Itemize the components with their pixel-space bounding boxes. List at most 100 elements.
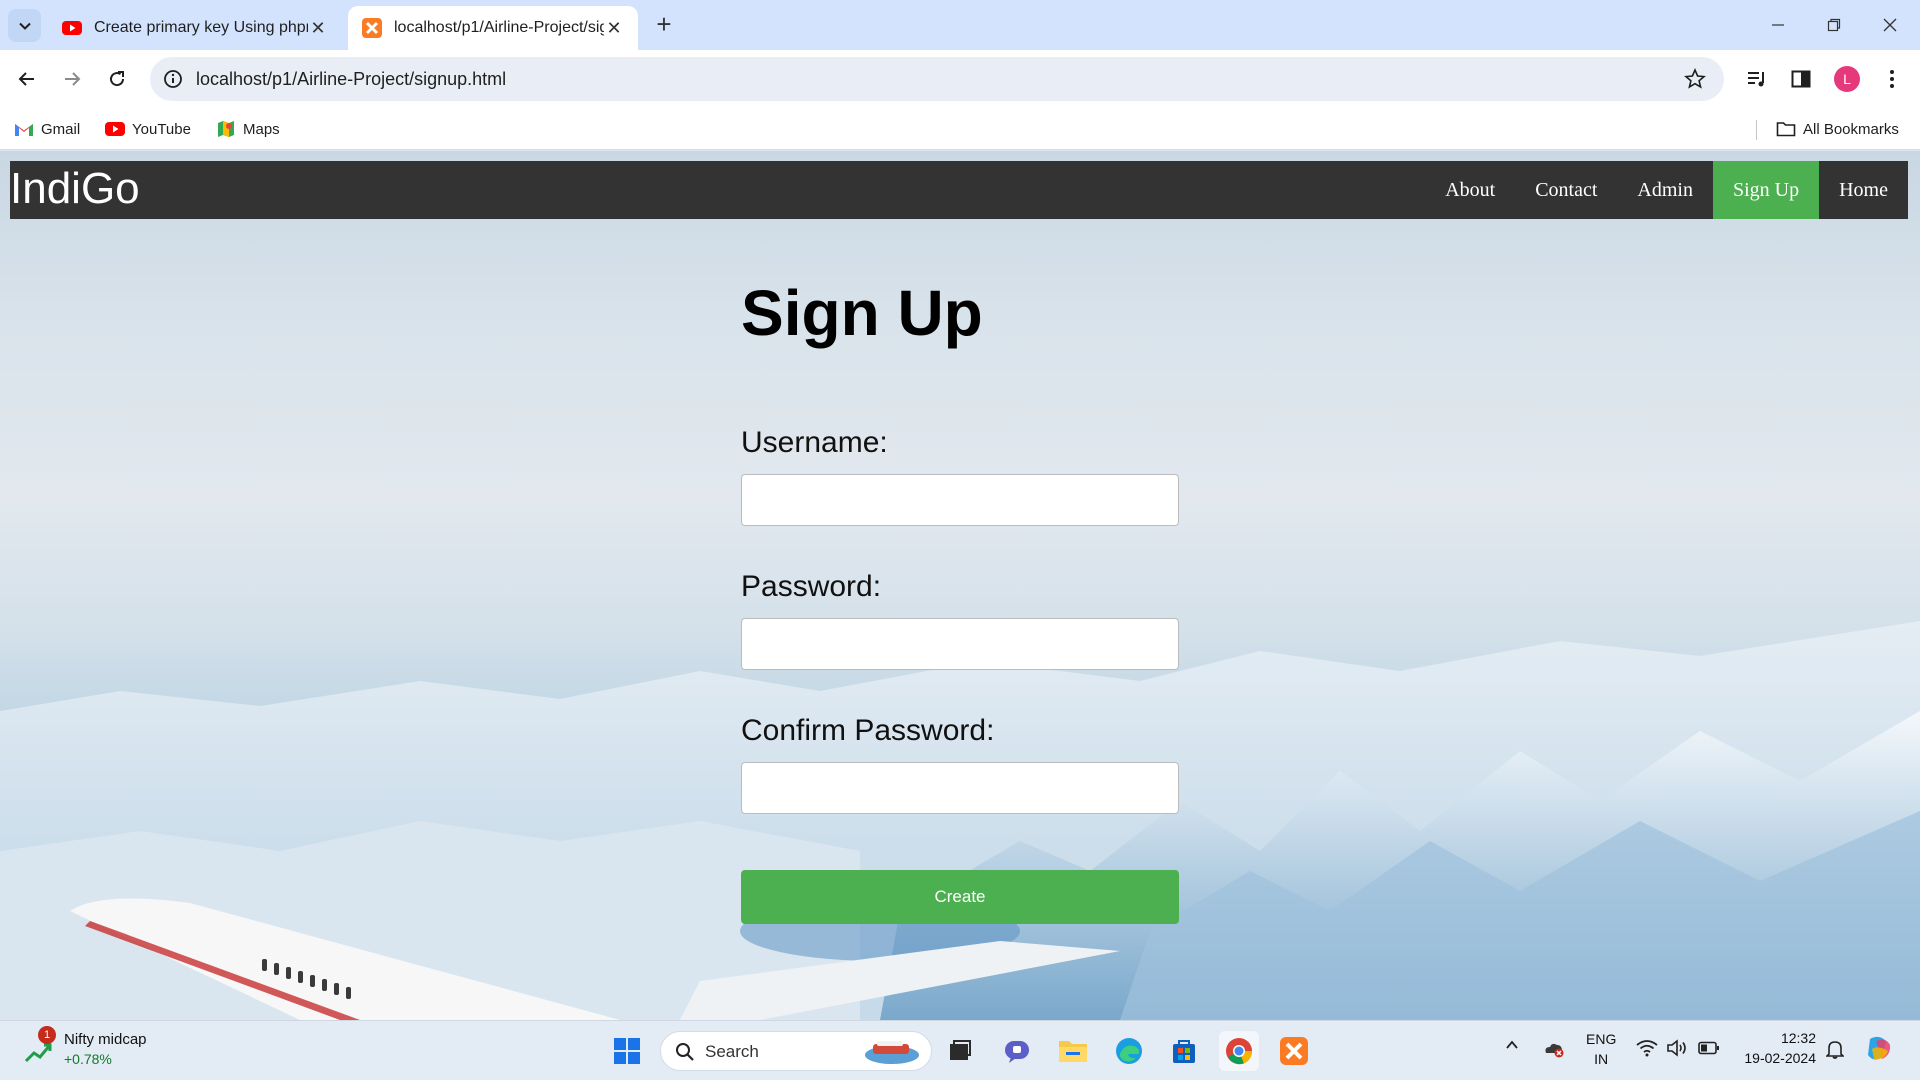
info-icon[interactable] (162, 68, 184, 90)
tray-overflow-icon[interactable] (1504, 1037, 1520, 1056)
nav-about[interactable]: About (1425, 161, 1515, 219)
edge-icon (1116, 1038, 1142, 1064)
taskbar-search[interactable]: Search (660, 1031, 932, 1071)
side-panel-icon[interactable] (1788, 66, 1814, 92)
notification-bell-icon[interactable] (1825, 1039, 1845, 1062)
new-tab-button[interactable]: + (650, 11, 678, 39)
site-navbar: IndiGo About Contact Admin Sign Up Home (10, 161, 1908, 219)
password-input[interactable] (741, 618, 1179, 670)
confirm-password-input[interactable] (741, 762, 1179, 814)
bookmarks-bar: Gmail YouTube Maps All Bookmarks (0, 108, 1920, 150)
task-view-icon (950, 1040, 971, 1060)
reload-icon (110, 71, 125, 87)
nav-signup[interactable]: Sign Up (1712, 161, 1820, 219)
nav-admin[interactable]: Admin (1617, 161, 1713, 219)
restore-button[interactable] (1814, 8, 1854, 42)
xampp-icon (1280, 1037, 1308, 1065)
chevron-down-icon (18, 22, 31, 30)
taskbar: 1 Nifty midcap +0.78% Search ENG IN 12:3… (0, 1020, 1920, 1080)
arrow-right-icon (65, 72, 81, 86)
create-button[interactable]: Create (741, 870, 1179, 924)
url-text[interactable]: localhost/p1/Airline-Project/signup.html (196, 69, 506, 90)
youtube-icon (105, 120, 125, 138)
all-bookmarks-label: All Bookmarks (1803, 120, 1899, 138)
widget-value: +0.78% (64, 1051, 112, 1067)
bookmark-maps[interactable]: Maps (216, 117, 280, 141)
battery-icon[interactable] (1698, 1041, 1720, 1058)
bookmark-label: Gmail (41, 120, 81, 138)
nav-home[interactable]: Home (1819, 161, 1908, 219)
tab-search-button[interactable] (8, 9, 41, 42)
tab-title: localhost/p1/Airline-Project/sig (394, 19, 604, 36)
maps-icon (216, 120, 236, 138)
confirm-password-label: Confirm Password: (741, 714, 995, 747)
widget-title: Nifty midcap (64, 1031, 147, 1048)
bookmark-label: YouTube (132, 120, 191, 138)
close-icon (1883, 18, 1897, 32)
stock-widget[interactable]: 1 Nifty midcap +0.78% (22, 1026, 202, 1073)
star-icon[interactable] (1684, 68, 1706, 90)
minimize-button[interactable] (1758, 8, 1798, 42)
store-button[interactable] (1164, 1031, 1204, 1071)
site-logo[interactable]: IndiGo (10, 163, 140, 215)
wifi-icon[interactable] (1636, 1039, 1658, 1060)
xampp-icon (362, 18, 382, 38)
folder-icon (1776, 120, 1796, 138)
search-highlight-icon (865, 1041, 919, 1064)
browser-toolbar: localhost/p1/Airline-Project/signup.html… (0, 50, 1920, 108)
onedrive-icon[interactable] (1542, 1039, 1566, 1062)
xampp-button[interactable] (1274, 1031, 1314, 1071)
profile-avatar[interactable]: L (1834, 66, 1860, 92)
language-indicator[interactable]: ENG IN (1586, 1029, 1616, 1069)
username-input[interactable] (741, 474, 1179, 526)
store-icon (1173, 1040, 1195, 1063)
page-viewport: IndiGo About Contact Admin Sign Up Home … (0, 151, 1920, 1020)
windows-icon (614, 1038, 640, 1064)
region-code: IN (1594, 1051, 1609, 1067)
nav-contact[interactable]: Contact (1515, 161, 1617, 219)
tab-strip: Create primary key Using phpm ✕ localhos… (0, 0, 1920, 50)
close-icon[interactable]: ✕ (604, 18, 624, 38)
search-icon (676, 1043, 694, 1061)
username-label: Username: (741, 426, 888, 459)
bookmark-youtube[interactable]: YouTube (105, 117, 191, 141)
media-control-icon[interactable] (1744, 66, 1770, 92)
bookmarks-divider (1756, 120, 1757, 140)
copilot-icon[interactable] (1864, 1035, 1894, 1066)
tab-signup[interactable]: localhost/p1/Airline-Project/sig ✕ (348, 6, 638, 50)
clock-time: 12:32 (1780, 1030, 1816, 1046)
more-menu-icon[interactable] (1879, 66, 1905, 92)
tab-title: Create primary key Using phpm (94, 19, 308, 36)
file-explorer-button[interactable] (1053, 1031, 1093, 1071)
nav-links: About Contact Admin Sign Up Home (1425, 161, 1908, 219)
clock[interactable]: 12:32 19-02-2024 (1736, 1028, 1816, 1068)
forward-button[interactable] (55, 62, 89, 96)
youtube-icon (62, 18, 82, 38)
password-label: Password: (741, 570, 882, 603)
all-bookmarks-button[interactable]: All Bookmarks (1776, 117, 1899, 141)
edge-button[interactable] (1109, 1031, 1149, 1071)
lang-code: ENG (1586, 1031, 1617, 1047)
volume-icon[interactable] (1666, 1039, 1688, 1060)
tab-youtube[interactable]: Create primary key Using phpm ✕ (48, 6, 342, 50)
bookmark-label: Maps (243, 120, 280, 138)
chrome-icon (1226, 1038, 1253, 1065)
search-label: Search (705, 1042, 759, 1061)
address-bar[interactable]: localhost/p1/Airline-Project/signup.html (150, 57, 1724, 101)
reload-button[interactable] (100, 62, 134, 96)
bookmark-gmail[interactable]: Gmail (14, 117, 80, 141)
restore-icon (1827, 18, 1841, 32)
chrome-button[interactable] (1219, 1031, 1259, 1071)
close-window-button[interactable] (1870, 8, 1910, 42)
start-button[interactable] (607, 1031, 647, 1071)
folder-icon (1059, 1041, 1087, 1062)
back-button[interactable] (10, 62, 44, 96)
close-icon[interactable]: ✕ (308, 18, 328, 38)
minimize-icon (1772, 24, 1784, 26)
gmail-icon (14, 120, 34, 138)
task-view-button[interactable] (940, 1031, 980, 1071)
teams-button[interactable] (997, 1031, 1037, 1071)
notification-badge: 1 (38, 1026, 56, 1044)
chat-icon (1005, 1041, 1029, 1063)
page-title: Sign Up (741, 277, 983, 349)
